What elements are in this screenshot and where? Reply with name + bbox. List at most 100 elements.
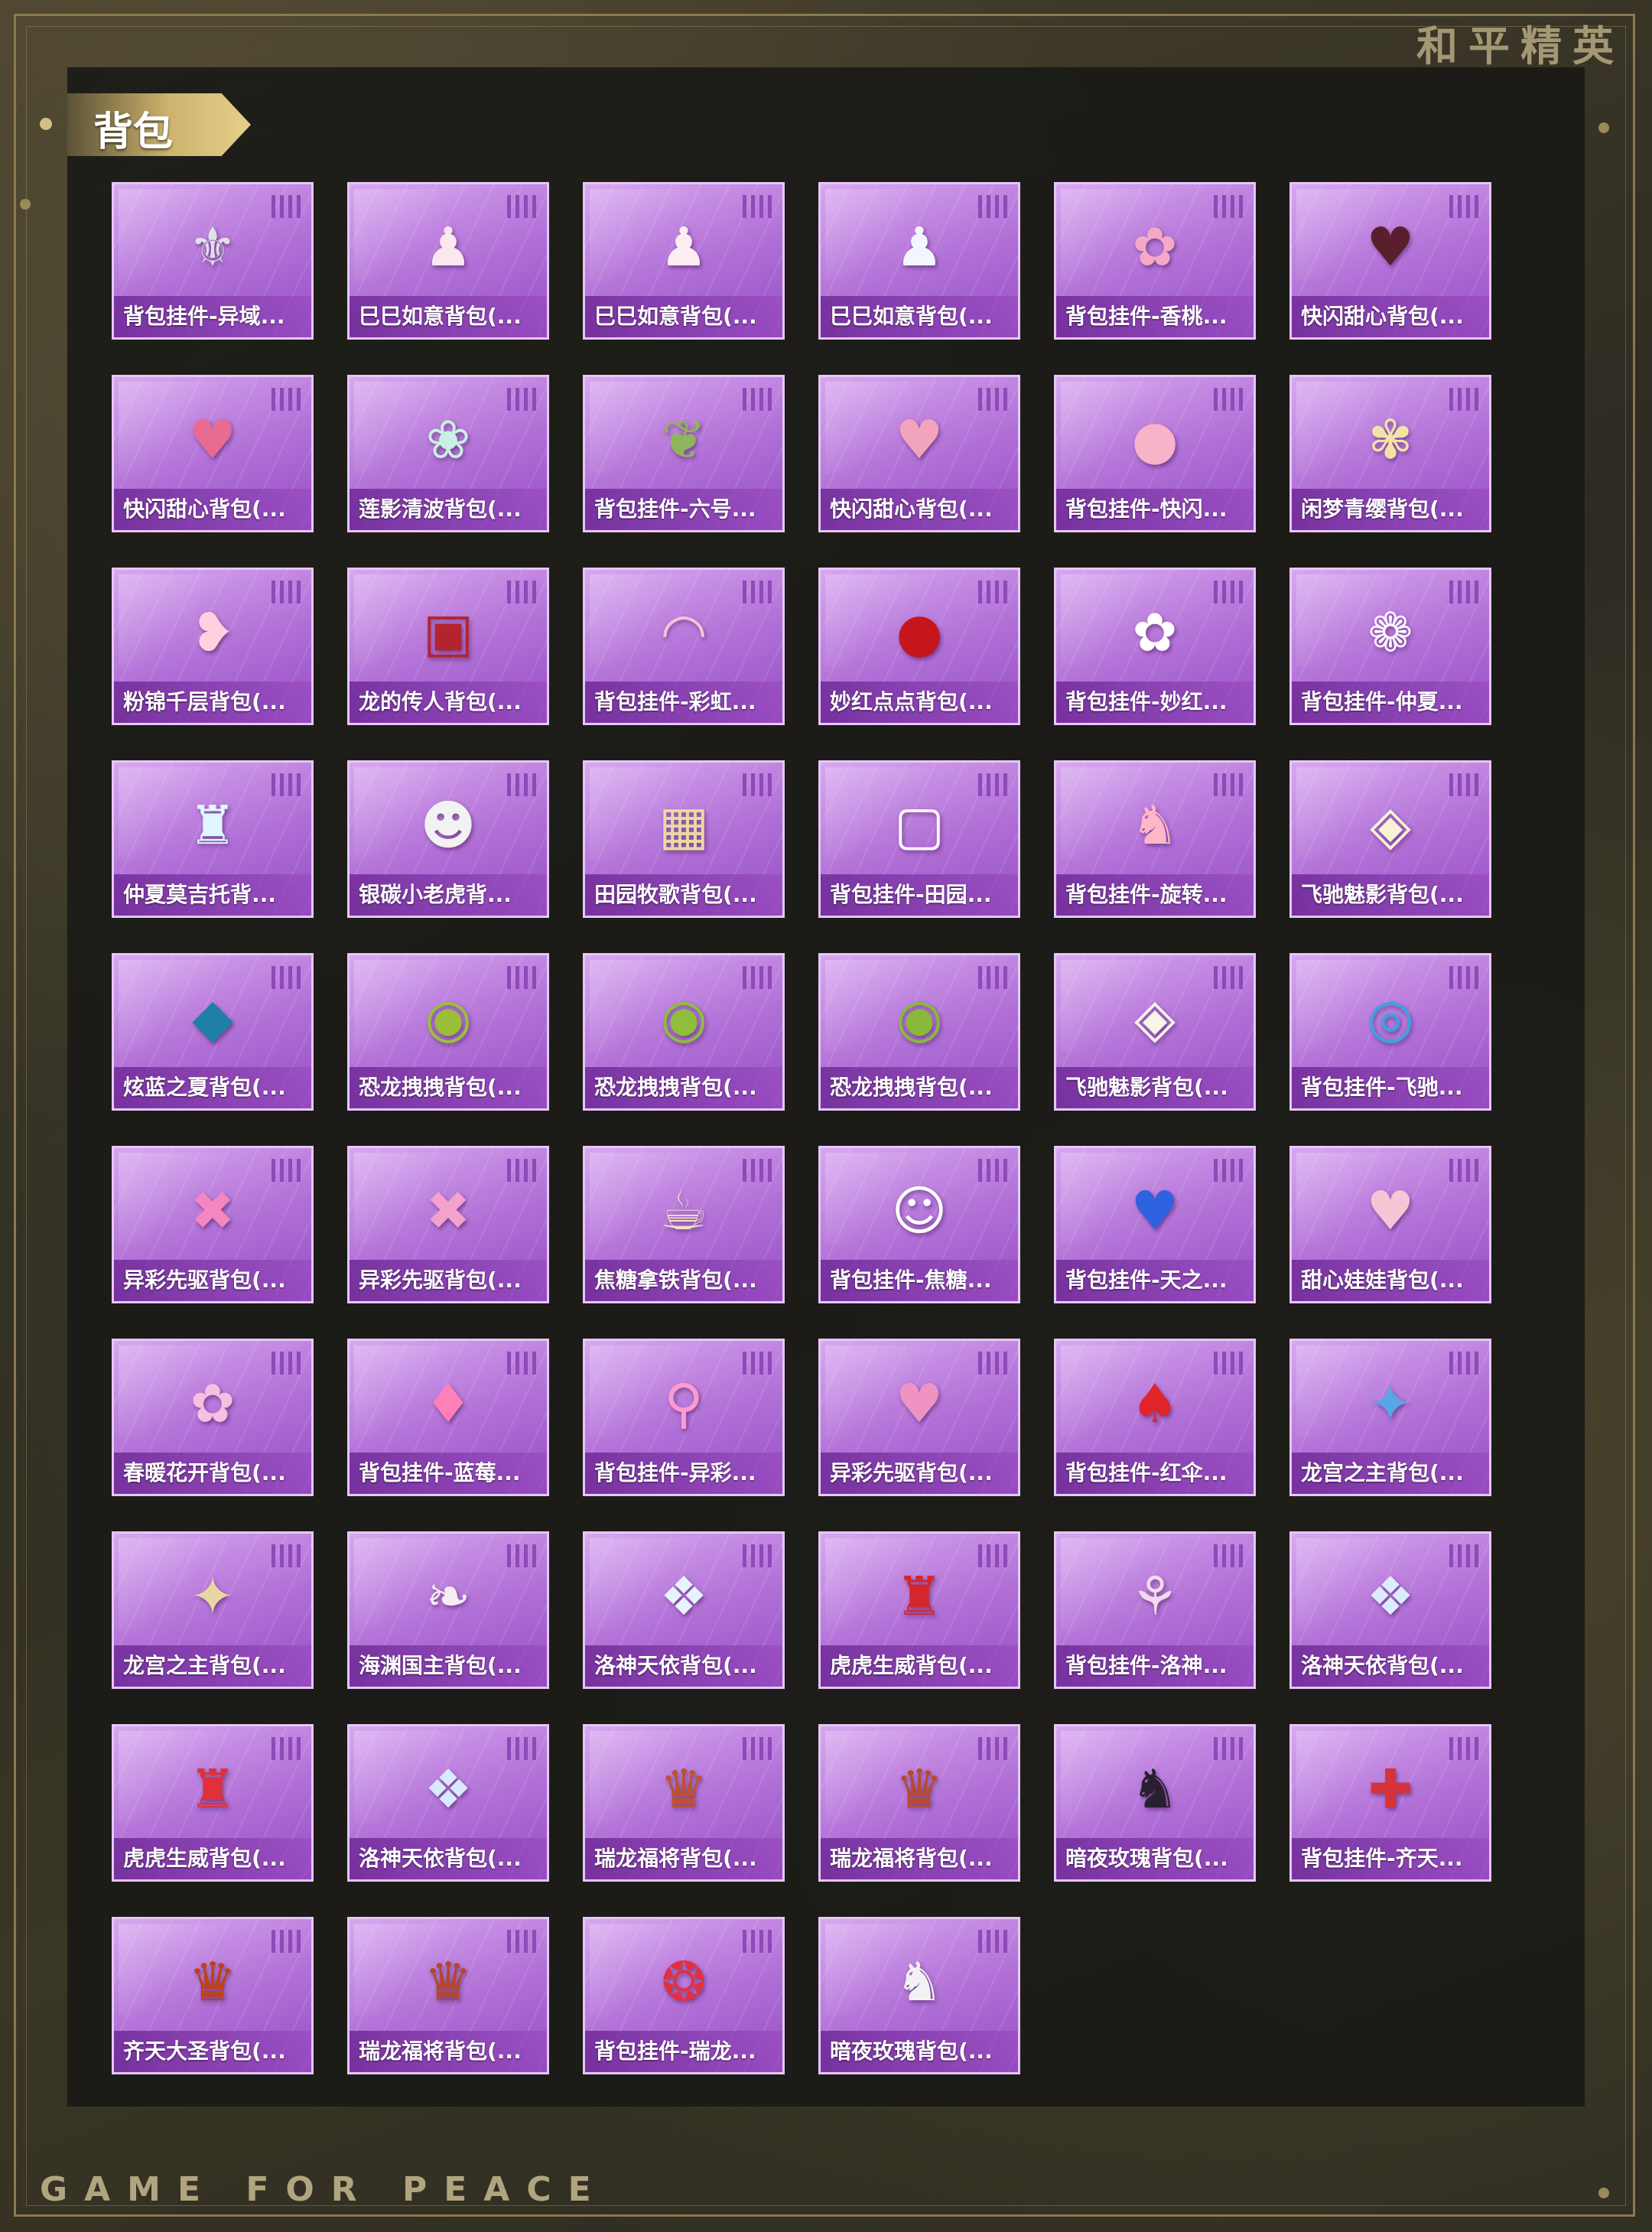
item-card[interactable]: ✖ 异彩先驱背包(... [112, 1146, 314, 1303]
item-card[interactable]: ✚ 背包挂件-齐天... [1289, 1724, 1491, 1882]
item-name: 洛神天依背包(... [585, 1645, 782, 1687]
item-card[interactable]: ▣ 龙的传人背包(... [347, 568, 549, 725]
item-card[interactable]: ❧ 海渊国主背包(... [347, 1531, 549, 1689]
backpack-icon: ❖ [1366, 1565, 1415, 1628]
item-card[interactable]: ♟ 巳巳如意背包(... [347, 182, 549, 340]
quality-bars-icon [507, 1159, 536, 1182]
item-card[interactable]: ✿ 背包挂件-妙红... [1054, 568, 1256, 725]
item-card[interactable]: ♜ 虎虎生威背包(... [112, 1724, 314, 1882]
quality-bars-icon [1214, 773, 1243, 796]
item-name: 瑞龙福将背包(... [585, 1838, 782, 1879]
item-card[interactable]: ✦ 龙宫之主背包(... [1289, 1339, 1491, 1496]
quality-bars-icon [1214, 581, 1243, 604]
item-card[interactable]: ♟ 巳巳如意背包(... [818, 182, 1020, 340]
item-card[interactable]: ◉ 恐龙拽拽背包(... [818, 953, 1020, 1111]
pendant-icon: ⚘ [1130, 1565, 1179, 1628]
backpack-icon: ✖ [190, 1179, 236, 1242]
item-card[interactable]: ♜ 仲夏莫吉托背... [112, 760, 314, 918]
item-card[interactable]: ♛ 瑞龙福将背包(... [583, 1724, 785, 1882]
item-card[interactable]: ▦ 田园牧歌背包(... [583, 760, 785, 918]
quality-bars-icon [507, 195, 536, 218]
item-card[interactable]: ♞ 暗夜玫瑰背包(... [818, 1917, 1020, 2074]
item-name: 飞驰魅影背包(... [1292, 874, 1489, 916]
item-card[interactable]: ☺ 背包挂件-焦糖... [818, 1146, 1020, 1303]
backpack-icon: ♥ [1366, 216, 1415, 278]
item-card[interactable]: ♟ 巳巳如意背包(... [583, 182, 785, 340]
pendant-icon: ◎ [1367, 987, 1414, 1049]
item-name: 飞驰魅影背包(... [1056, 1067, 1254, 1108]
item-card[interactable]: ☕ 焦糖拿铁背包(... [583, 1146, 785, 1303]
item-card[interactable]: ⚜ 背包挂件-异域... [112, 182, 314, 340]
item-name: 异彩先驱背包(... [350, 1260, 547, 1301]
item-name: 背包挂件-旋转... [1056, 874, 1254, 916]
item-card[interactable]: ❖ 洛神天依背包(... [347, 1724, 549, 1882]
item-name: 龙宫之主背包(... [114, 1645, 311, 1687]
item-card[interactable]: ✿ 背包挂件-香桃... [1054, 182, 1256, 340]
item-card[interactable]: ◉ 恐龙拽拽背包(... [583, 953, 785, 1111]
item-card[interactable]: ✖ 异彩先驱背包(... [347, 1146, 549, 1303]
quality-bars-icon [272, 195, 301, 218]
item-card[interactable]: ♥ 异彩先驱背包(... [818, 1339, 1020, 1496]
quality-bars-icon [978, 1352, 1007, 1375]
item-card[interactable]: ♥ 快闪甜心背包(... [1289, 182, 1491, 340]
item-card[interactable]: ☻ 银碳小老虎背... [347, 760, 549, 918]
item-card[interactable]: ✦ 龙宫之主背包(... [112, 1531, 314, 1689]
item-card[interactable]: ◆ 炫蓝之夏背包(... [112, 953, 314, 1111]
item-name: 快闪甜心背包(... [821, 489, 1018, 530]
item-card[interactable]: ❖ 洛神天依背包(... [583, 1531, 785, 1689]
item-card[interactable]: ❁ 背包挂件-仲夏... [1289, 568, 1491, 725]
item-card[interactable]: ♠ 背包挂件-红伞... [1054, 1339, 1256, 1496]
item-name: 莲影清波背包(... [350, 489, 547, 530]
item-card[interactable]: ◈ 飞驰魅影背包(... [1289, 760, 1491, 918]
item-card[interactable]: ❂ 背包挂件-瑞龙... [583, 1917, 785, 2074]
item-name: 闲梦青缨背包(... [1292, 489, 1489, 530]
item-name: 背包挂件-飞驰... [1292, 1067, 1489, 1108]
item-card[interactable]: ❥ 粉锦千层背包(... [112, 568, 314, 725]
pendant-icon: ♦ [424, 1372, 473, 1435]
item-name: 背包挂件-洛神... [1056, 1645, 1254, 1687]
item-name: 炫蓝之夏背包(... [114, 1067, 311, 1108]
item-card[interactable]: ● 妙红点点背包(... [818, 568, 1020, 725]
item-card[interactable]: ⚲ 背包挂件-异彩... [583, 1339, 785, 1496]
backpack-icon: ♜ [895, 1565, 944, 1628]
item-card[interactable]: ♥ 快闪甜心背包(... [112, 375, 314, 532]
item-card[interactable]: ❖ 洛神天依背包(... [1289, 1531, 1491, 1689]
item-card[interactable]: ♞ 暗夜玫瑰背包(... [1054, 1724, 1256, 1882]
backpack-icon: ♥ [895, 1372, 944, 1435]
item-card[interactable]: ♛ 瑞龙福将背包(... [347, 1917, 549, 2074]
item-card[interactable]: ♛ 瑞龙福将背包(... [818, 1724, 1020, 1882]
item-name: 巳巳如意背包(... [585, 296, 782, 337]
item-card[interactable]: ✾ 闲梦青缨背包(... [1289, 375, 1491, 532]
item-card[interactable]: ❀ 莲影清波背包(... [347, 375, 549, 532]
item-card[interactable]: ♥ 快闪甜心背包(... [818, 375, 1020, 532]
item-card[interactable]: ▢ 背包挂件-田园... [818, 760, 1020, 918]
item-card[interactable]: ♥ 背包挂件-天之... [1054, 1146, 1256, 1303]
item-name: 背包挂件-异彩... [585, 1453, 782, 1494]
item-card[interactable]: ◠ 背包挂件-彩虹... [583, 568, 785, 725]
backpack-icon: ▣ [422, 601, 474, 664]
item-card[interactable]: ♦ 背包挂件-蓝莓... [347, 1339, 549, 1496]
pendant-icon: ❂ [661, 1951, 707, 2013]
item-card[interactable]: ♥ 甜心娃娃背包(... [1289, 1146, 1491, 1303]
item-card[interactable]: ● 背包挂件-快闪... [1054, 375, 1256, 532]
item-card[interactable]: ◎ 背包挂件-飞驰... [1289, 953, 1491, 1111]
item-name: 巳巳如意背包(... [821, 296, 1018, 337]
item-name: 巳巳如意背包(... [350, 296, 547, 337]
item-name: 异彩先驱背包(... [114, 1260, 311, 1301]
backpack-icon: ● [896, 601, 943, 664]
quality-bars-icon [272, 1544, 301, 1567]
item-card[interactable]: ♛ 齐天大圣背包(... [112, 1917, 314, 2074]
backpack-icon: ♛ [895, 1758, 944, 1820]
item-card[interactable]: ♜ 虎虎生威背包(... [818, 1531, 1020, 1689]
quality-bars-icon [1449, 1159, 1478, 1182]
item-card[interactable]: ◉ 恐龙拽拽背包(... [347, 953, 549, 1111]
item-name: 恐龙拽拽背包(... [585, 1067, 782, 1108]
item-card[interactable]: ⚘ 背包挂件-洛神... [1054, 1531, 1256, 1689]
backpack-icon: ♟ [424, 216, 473, 278]
item-card[interactable]: ❦ 背包挂件-六号... [583, 375, 785, 532]
item-name: 仲夏莫吉托背... [114, 874, 311, 916]
quality-bars-icon [978, 1737, 1007, 1760]
item-card[interactable]: ♞ 背包挂件-旋转... [1054, 760, 1256, 918]
item-card[interactable]: ✿ 春暖花开背包(... [112, 1339, 314, 1496]
item-card[interactable]: ◈ 飞驰魅影背包(... [1054, 953, 1256, 1111]
